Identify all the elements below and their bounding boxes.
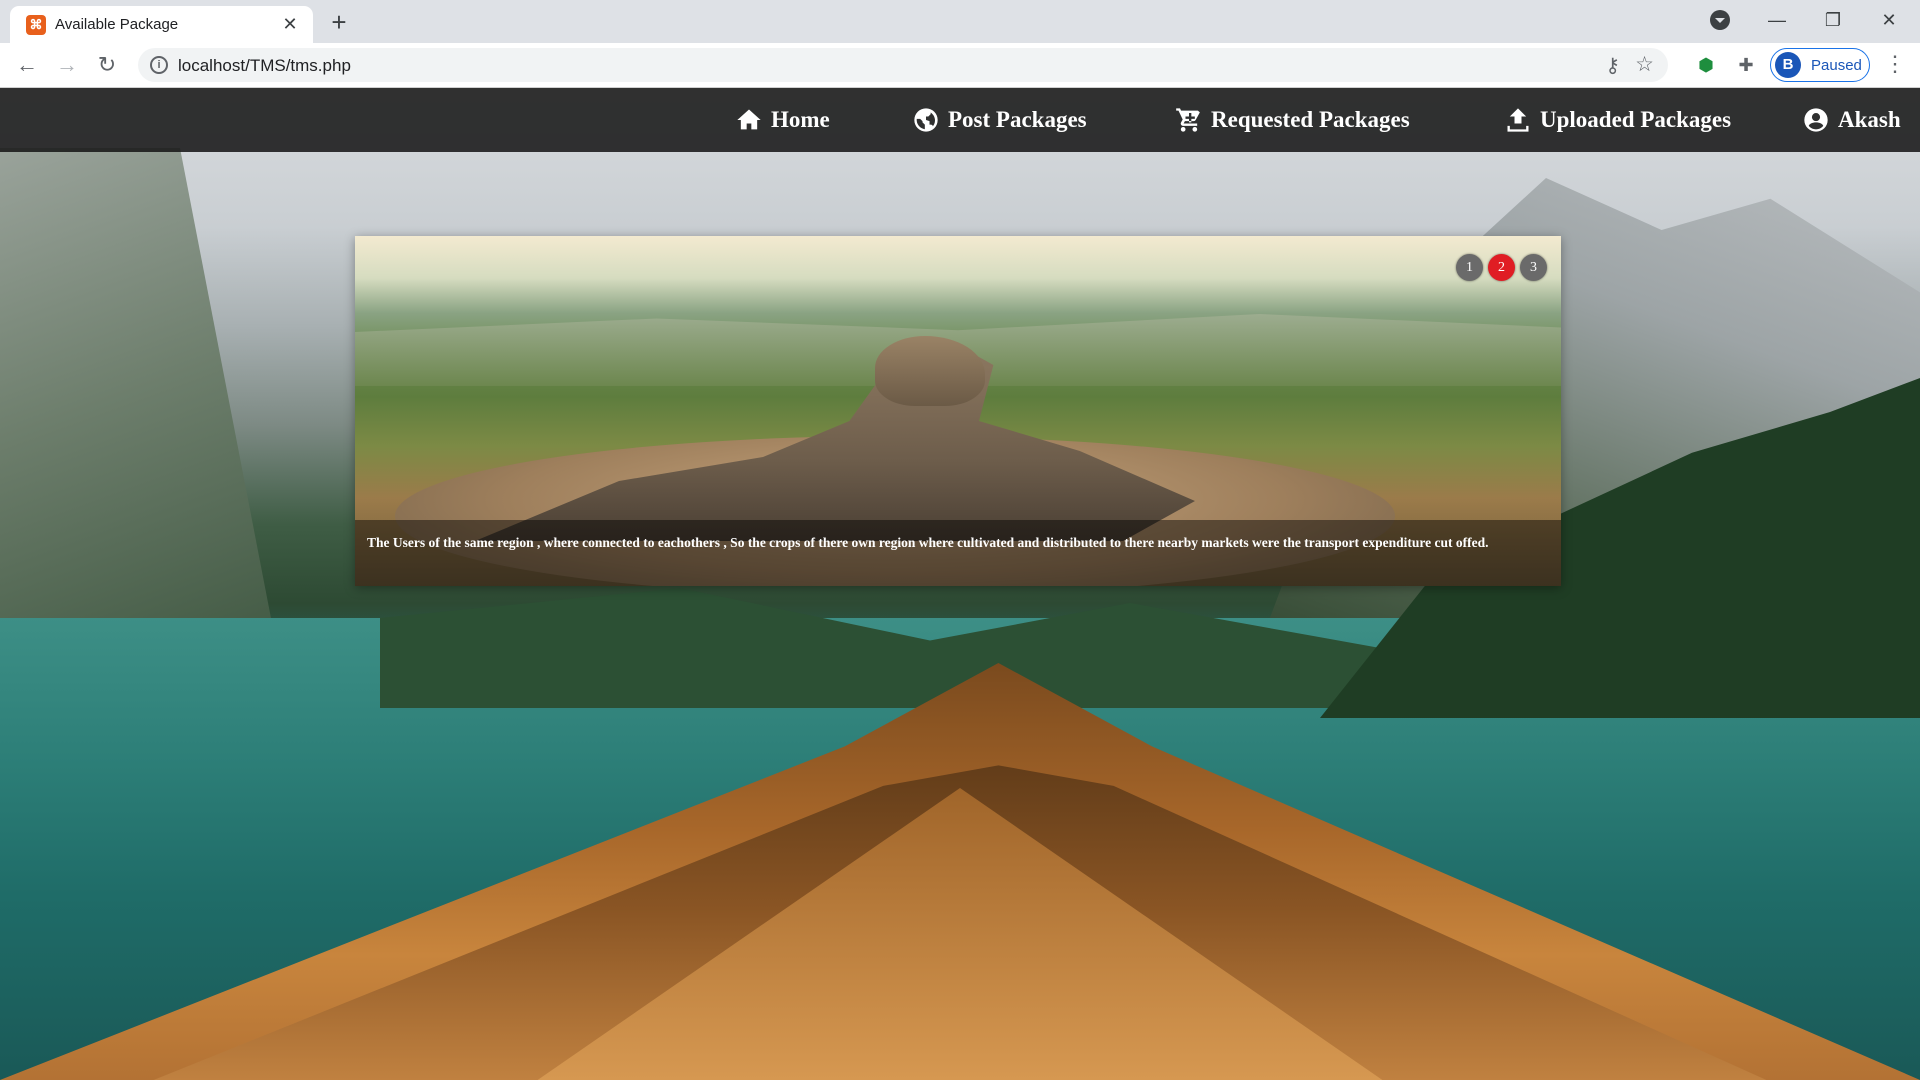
bookmark-star-icon[interactable]: ☆ — [1635, 52, 1654, 77]
nav-post-packages-label: Post Packages — [948, 107, 1087, 132]
back-arrow-icon[interactable]: ← — [13, 51, 41, 79]
password-key-icon[interactable]: ⚷ — [1605, 53, 1620, 78]
globe-icon — [914, 108, 938, 132]
minimize-window-button[interactable]: — — [1754, 0, 1800, 40]
forward-arrow-icon[interactable]: → — [53, 51, 81, 79]
nav-user-profile[interactable]: Akash — [1802, 88, 1901, 152]
nav-uploaded-packages-label: Uploaded Packages — [1540, 107, 1732, 132]
home-icon — [737, 109, 761, 130]
tab-title: Available Package — [55, 16, 179, 33]
url-text[interactable]: localhost/TMS/tms.php — [178, 56, 351, 76]
close-window-button[interactable]: ✕ — [1866, 0, 1912, 40]
upload-icon — [1507, 108, 1529, 132]
image-slider[interactable]: 1 2 3 The Users of the same region , whe… — [355, 236, 1561, 586]
nav-requested-packages-label: Requested Packages — [1211, 107, 1410, 132]
browser-menu-icon[interactable]: ⋮ — [1884, 51, 1906, 79]
address-bar[interactable]: i localhost/TMS/tms.php ⚷ ☆ — [138, 48, 1668, 82]
nav-requested-packages[interactable]: Requested Packages — [1175, 88, 1410, 152]
slider-page-1[interactable]: 1 — [1456, 254, 1483, 281]
profile-status: Paused — [1811, 57, 1862, 74]
nav-uploaded-packages[interactable]: Uploaded Packages — [1504, 88, 1731, 152]
extensions-puzzle-icon[interactable]: ✚ — [1734, 53, 1758, 77]
user-circle-icon — [1804, 108, 1828, 132]
page-viewport: Home Post Packages Requested Packages Up… — [0, 88, 1920, 1080]
nav-home[interactable]: Home — [735, 88, 830, 152]
slider-page-2[interactable]: 2 — [1488, 254, 1515, 281]
nav-post-packages[interactable]: Post Packages — [912, 88, 1087, 152]
nav-home-label: Home — [771, 107, 830, 132]
profile-button[interactable]: B Paused — [1770, 48, 1870, 82]
site-favicon-icon: ⌘ — [26, 15, 46, 35]
browser-tab[interactable]: ⌘ Available Package ✕ — [10, 6, 313, 43]
browser-tab-strip: ⌘ Available Package ✕ + — ❐ ✕ — [0, 0, 1920, 43]
new-tab-button[interactable]: + — [325, 8, 353, 36]
tab-search-icon[interactable] — [1710, 10, 1730, 30]
slider-pagination: 1 2 3 — [1456, 254, 1547, 281]
restore-window-button[interactable]: ❐ — [1810, 0, 1856, 40]
profile-avatar: B — [1775, 52, 1801, 78]
browser-toolbar: ← → ↻ i localhost/TMS/tms.php ⚷ ☆ ⬢ ✚ B … — [0, 43, 1920, 88]
slider-page-3[interactable]: 3 — [1520, 254, 1547, 281]
extension-shield-icon[interactable]: ⬢ — [1694, 53, 1718, 77]
cart-icon — [1176, 108, 1200, 132]
nav-user-name: Akash — [1838, 107, 1901, 132]
reload-icon[interactable]: ↻ — [93, 51, 121, 79]
site-navbar: Home Post Packages Requested Packages Up… — [0, 88, 1920, 152]
slide-caption: The Users of the same region , where con… — [355, 520, 1561, 586]
site-info-icon[interactable]: i — [150, 56, 168, 74]
close-tab-icon[interactable]: ✕ — [279, 13, 301, 35]
